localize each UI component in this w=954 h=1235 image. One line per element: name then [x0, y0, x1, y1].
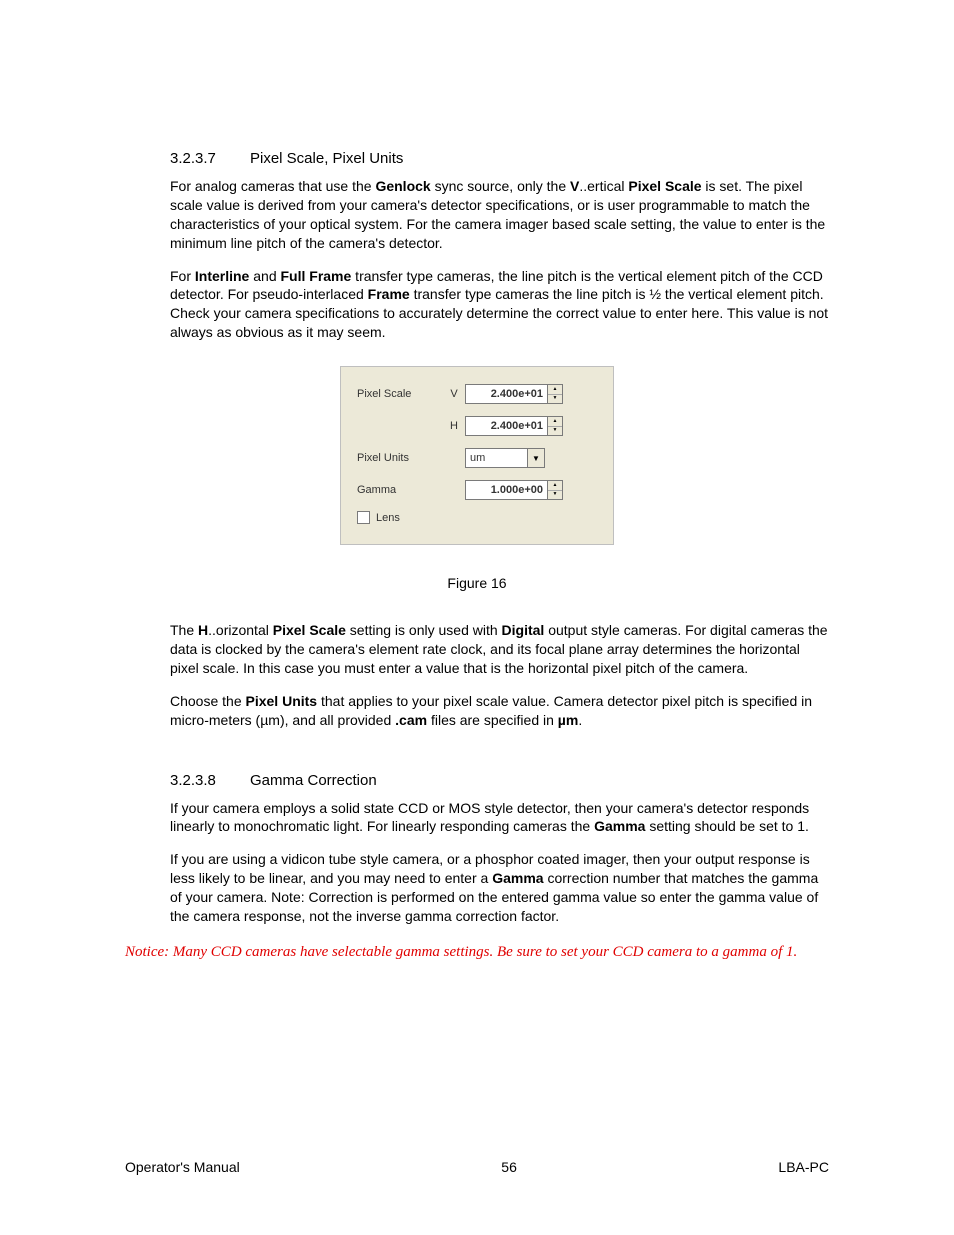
paragraph: Choose the Pixel Units that applies to y…	[170, 692, 829, 730]
spinner-up-icon[interactable]: ▲	[548, 481, 562, 491]
pixel-units-select[interactable]: um ▼	[465, 448, 545, 468]
paragraph: For analog cameras that use the Genlock …	[170, 177, 829, 253]
pixel-units-label: Pixel Units	[357, 452, 447, 464]
spinner-down-icon[interactable]: ▼	[548, 395, 562, 404]
settings-dialog: Pixel Scale V 2.400e+01 ▲ ▼ H 2.400e+01 …	[340, 366, 614, 545]
pixel-scale-label: Pixel Scale	[357, 388, 447, 400]
lens-checkbox[interactable]	[357, 511, 370, 524]
paragraph: If you are using a vidicon tube style ca…	[170, 850, 829, 926]
footer-right: LBA-PC	[778, 1159, 829, 1175]
paragraph: If your camera employs a solid state CCD…	[170, 799, 829, 837]
spinner-down-icon[interactable]: ▼	[548, 491, 562, 500]
spinner-down-icon[interactable]: ▼	[548, 427, 562, 436]
section-number: 3.2.3.7	[170, 150, 250, 167]
gamma-spinner[interactable]: 1.000e+00 ▲ ▼	[465, 480, 563, 500]
section-number: 3.2.3.8	[170, 772, 250, 789]
spinner-up-icon[interactable]: ▲	[548, 385, 562, 395]
h-label: H	[447, 420, 461, 432]
pixel-scale-h-spinner[interactable]: 2.400e+01 ▲ ▼	[465, 416, 563, 436]
page-number: 56	[501, 1159, 517, 1175]
chevron-down-icon[interactable]: ▼	[527, 449, 544, 467]
paragraph: For Interline and Full Frame transfer ty…	[170, 267, 829, 343]
notice-text: Notice: Many CCD cameras have selectable…	[125, 944, 829, 961]
section-title: Pixel Scale, Pixel Units	[250, 150, 403, 167]
section-title: Gamma Correction	[250, 772, 377, 789]
figure-caption: Figure 16	[447, 575, 506, 591]
pixel-units-value: um	[466, 452, 527, 464]
pixel-scale-v-value: 2.400e+01	[466, 388, 547, 400]
footer-left: Operator's Manual	[125, 1159, 240, 1175]
gamma-value: 1.000e+00	[466, 484, 547, 496]
gamma-label: Gamma	[357, 484, 447, 496]
pixel-scale-h-value: 2.400e+01	[466, 420, 547, 432]
spinner-up-icon[interactable]: ▲	[548, 417, 562, 427]
lens-label: Lens	[376, 512, 400, 524]
v-label: V	[447, 388, 461, 400]
pixel-scale-v-spinner[interactable]: 2.400e+01 ▲ ▼	[465, 384, 563, 404]
paragraph: The H..orizontal Pixel Scale setting is …	[170, 621, 829, 678]
